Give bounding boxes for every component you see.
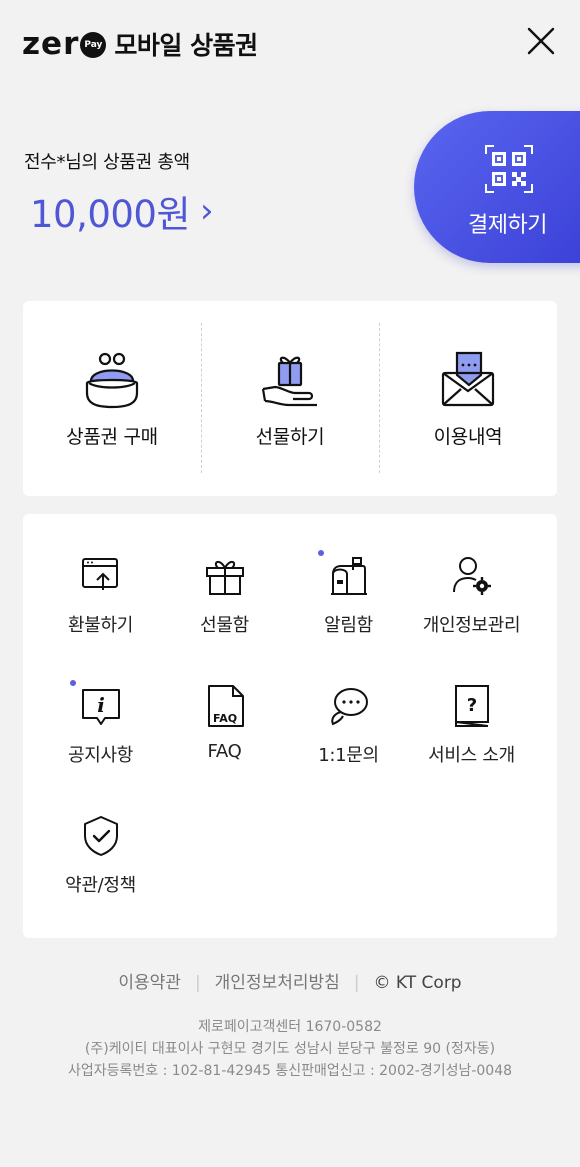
mailbox-icon — [330, 557, 367, 595]
pay-button[interactable]: 결제하기 — [414, 111, 580, 263]
logo-wordmark: zer — [22, 25, 80, 62]
menu-service-intro[interactable]: ? 서비스 소개 — [405, 644, 538, 766]
menu-terms-policy[interactable]: 약관/정책 — [34, 774, 167, 896]
menu-notifications[interactable]: 알림함 — [282, 514, 415, 636]
menu-faq[interactable]: FAQ FAQ — [158, 644, 291, 762]
menu-purchase-voucher[interactable]: 상품권 구매 — [23, 301, 201, 496]
separator: | — [194, 973, 201, 993]
shield-check-icon — [83, 816, 118, 856]
help-book-icon: ? — [454, 685, 489, 727]
new-badge-dot — [70, 680, 76, 686]
company-address-text: (주)케이티 대표이사 구현모 경기도 성남시 분당구 불정로 90 (정자동) — [84, 1041, 496, 1057]
main-menu-card: 상품권 구매 선물하기 이용내역 — [23, 301, 557, 496]
envelope-icon — [441, 351, 495, 407]
terms-link[interactable]: 이용약관 — [118, 973, 181, 993]
sub-menu-card: 환불하기 선물함 알림함 개인정보관리 i 공지사항 FAQ FAQ 1:1문의… — [23, 514, 557, 938]
menu-notice[interactable]: i 공지사항 — [34, 644, 167, 766]
copyright: © KT Corp — [373, 973, 462, 993]
close-button[interactable] — [522, 22, 560, 60]
new-badge-dot — [318, 550, 324, 556]
menu-label: 상품권 구매 — [66, 426, 158, 448]
menu-label: 이용내역 — [433, 426, 503, 448]
page-title: 모바일 상품권 — [114, 31, 258, 60]
menu-label: 공지사항 — [67, 745, 134, 766]
menu-refund[interactable]: 환불하기 — [34, 514, 167, 636]
menu-label: 약관/정책 — [65, 875, 136, 896]
qr-code-icon — [485, 145, 533, 193]
refund-icon — [81, 558, 118, 590]
header: zer Pay 모바일 상품권 — [0, 0, 580, 90]
pouch-icon — [85, 352, 139, 409]
zero-pay-logo: zer Pay 모바일 상품권 — [22, 24, 258, 64]
info-bubble-icon: i — [81, 689, 120, 725]
logo-pay-badge: Pay — [80, 32, 107, 58]
balance-amount-link[interactable]: 10,000원 › — [30, 184, 214, 238]
menu-privacy-management[interactable]: 개인정보관리 — [405, 514, 538, 636]
close-icon — [527, 27, 555, 55]
business-registration-text: 사업자등록번호 : 102-81-42945 통신판매업신고 : 2002-경기… — [67, 1063, 513, 1079]
menu-label: 선물함 — [200, 615, 249, 636]
gift-hand-icon — [261, 356, 317, 407]
balance-label: 전수*님의 상품권 총액 — [24, 152, 190, 173]
gift-box-icon — [205, 561, 244, 595]
menu-label: 알림함 — [324, 615, 373, 636]
company-info: 제로페이고객센터 1670-0582 (주)케이티 대표이사 구현모 경기도 성… — [0, 1016, 580, 1082]
svg-text:FAQ: FAQ — [212, 712, 236, 725]
menu-label: FAQ — [207, 741, 242, 762]
menu-inquiry[interactable]: 1:1문의 — [282, 644, 415, 766]
menu-label: 선물하기 — [255, 426, 325, 448]
menu-label: 서비스 소개 — [428, 745, 515, 766]
chat-bubble-icon — [330, 688, 368, 726]
privacy-policy-link[interactable]: 개인정보처리방침 — [215, 973, 340, 993]
faq-document-icon: FAQ — [207, 685, 244, 727]
footer-links: 이용약관 | 개인정보처리방침 | © KT Corp — [0, 968, 580, 993]
separator: | — [353, 973, 360, 993]
svg-text:?: ? — [466, 695, 476, 716]
menu-gift-box[interactable]: 선물함 — [158, 514, 291, 636]
chevron-right-icon: › — [200, 191, 214, 231]
menu-label: 환불하기 — [67, 615, 134, 636]
customer-center-text: 제로페이고객센터 1670-0582 — [198, 1019, 382, 1035]
svg-text:i: i — [97, 693, 105, 717]
pay-button-label: 결제하기 — [468, 213, 547, 238]
menu-label: 1:1문의 — [318, 745, 379, 766]
menu-label: 개인정보관리 — [422, 615, 521, 636]
user-settings-icon — [452, 557, 491, 595]
balance-amount: 10,000원 — [30, 193, 191, 236]
menu-usage-history[interactable]: 이용내역 — [379, 301, 557, 496]
menu-send-gift[interactable]: 선물하기 — [201, 301, 379, 496]
